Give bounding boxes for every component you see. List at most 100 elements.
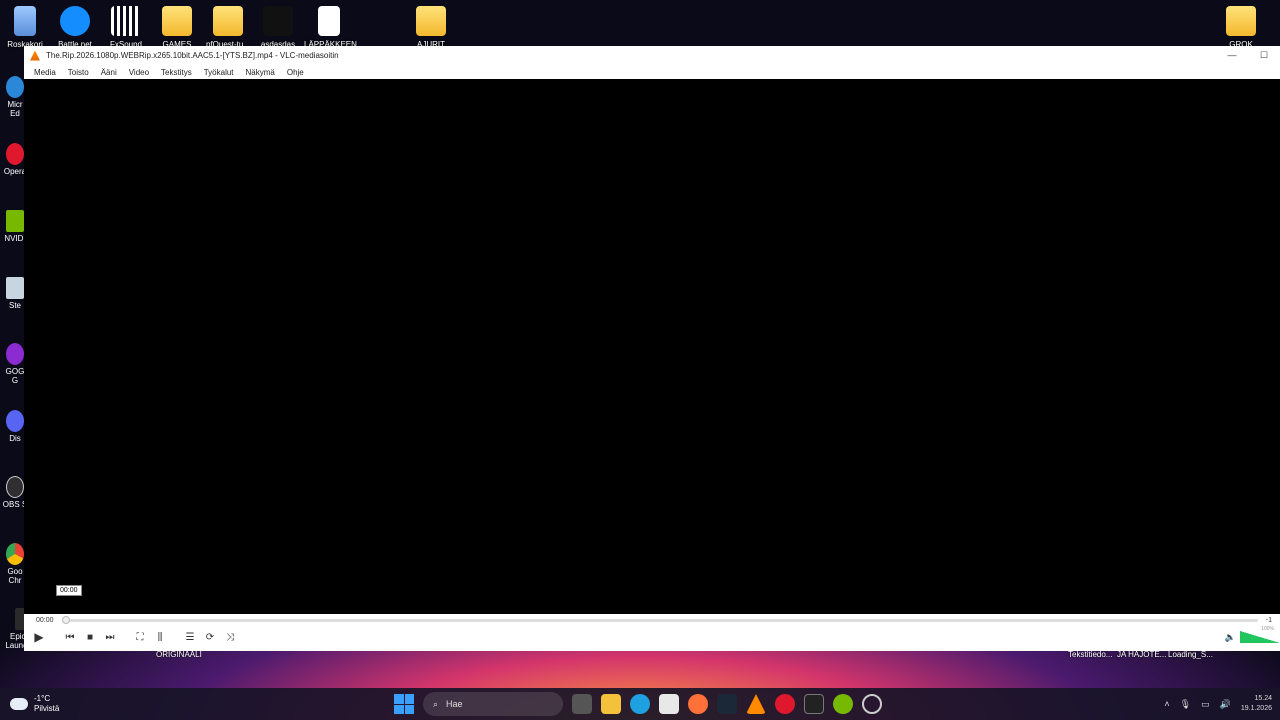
desktop-icon-games[interactable]: GAMES: [152, 6, 202, 49]
recycle-bin-icon: [14, 6, 36, 36]
desktop-icon-recycle-bin[interactable]: Roskakori: [0, 6, 50, 49]
desktop-label-ja-hajote[interactable]: JA HAJOTE...: [1117, 650, 1166, 659]
search-icon: ⌕: [433, 698, 439, 709]
clock-time: 15.24: [1254, 695, 1272, 702]
volume-slider[interactable]: [1240, 631, 1280, 643]
utorrent-icon[interactable]: [833, 694, 853, 714]
obs-icon: [6, 476, 24, 498]
shuffle-button[interactable]: ⤨: [222, 629, 238, 645]
desktop-icon-fxsound[interactable]: FxSound: [101, 6, 151, 49]
cloud-icon: [10, 698, 28, 710]
play-icon: ▶: [34, 630, 44, 644]
microphone-icon[interactable]: 🎙: [1180, 699, 1191, 710]
previous-button[interactable]: ⏮: [62, 629, 78, 645]
vlc-taskbar-icon[interactable]: [746, 694, 766, 714]
title-bar[interactable]: The.Rip.2026.1080p.WEBRip.x265.10bit.AAC…: [24, 46, 1280, 65]
volume-icon[interactable]: 🔊: [1220, 699, 1231, 710]
seek-bar[interactable]: [61, 615, 1258, 624]
extended-settings-button[interactable]: ⫼: [152, 629, 168, 645]
fxsound-icon: [111, 6, 141, 36]
loop-icon: ⟳: [205, 631, 215, 643]
folder-icon: [416, 6, 446, 36]
steam-icon: [6, 277, 24, 299]
folder-icon: [1226, 6, 1256, 36]
opera-taskbar-icon[interactable]: [775, 694, 795, 714]
play-button[interactable]: ▶: [30, 628, 48, 646]
weather-widget[interactable]: -1°C Pilvistä: [10, 694, 59, 714]
menu-tekstitys[interactable]: Tekstitys: [155, 68, 198, 77]
search-placeholder: Hae: [446, 699, 463, 709]
file-icon: [318, 6, 340, 36]
battlenet-icon: [60, 6, 90, 36]
menu-tyokalut[interactable]: Työkalut: [198, 68, 240, 77]
menu-ohje[interactable]: Ohje: [281, 68, 310, 77]
desktop-icon-lappakkeen[interactable]: LÄPPÄKKEEN: [304, 6, 357, 49]
playback-controls: 00:00 -1 ▶ ⏮ ■ ⏭ ⛶ ⫼ ☰ ⟳ ⤨ 🔈 100%: [24, 614, 1280, 651]
edge-icon: [6, 76, 24, 98]
elapsed-time[interactable]: 00:00: [36, 617, 54, 624]
stop-button[interactable]: ■: [82, 629, 98, 645]
minimize-button[interactable]: —: [1216, 50, 1248, 61]
fullscreen-icon: ⛶: [136, 631, 144, 643]
seek-handle[interactable]: [61, 615, 70, 624]
weather-desc: Pilvistä: [34, 704, 60, 713]
network-icon[interactable]: ▭: [1201, 699, 1210, 710]
previous-icon: ⏮: [65, 631, 75, 643]
vlc-cone-icon: [30, 50, 40, 61]
seek-time-tooltip: 00:00: [56, 585, 82, 596]
next-button[interactable]: ⏭: [102, 629, 118, 645]
desktop-icon-battlenet[interactable]: Battle.net: [50, 6, 100, 49]
desktop-icon-asdasdas[interactable]: asdasdas: [253, 6, 303, 49]
desktop-icon-pfquest[interactable]: pfQuest-tu...: [203, 6, 253, 49]
terminal-icon[interactable]: [804, 694, 824, 714]
taskbar: -1°C Pilvistä ⌕ Hae ˄ 🎙 ▭ 🔊 15.24 19.1.2…: [0, 688, 1280, 720]
menu-aani[interactable]: Ääni: [95, 68, 123, 77]
video-area[interactable]: [24, 79, 1280, 614]
discord-icon: [6, 410, 24, 432]
desktop-label-tekstitiedo[interactable]: Tekstitiedo...: [1068, 650, 1112, 659]
fullscreen-button[interactable]: ⛶: [132, 629, 148, 645]
speaker-icon[interactable]: 🔈: [1225, 632, 1236, 643]
volume-percent: 100%: [1261, 626, 1274, 632]
chrome-icon: [6, 543, 24, 565]
equalizer-icon: ⫼: [157, 631, 163, 643]
next-icon: ⏭: [105, 631, 115, 643]
folder-icon: [162, 6, 192, 36]
firefox-icon[interactable]: [688, 694, 708, 714]
menu-toisto[interactable]: Toisto: [62, 68, 95, 77]
file-icon: [263, 6, 293, 36]
desktop-label-originaali[interactable]: ORIGINAALI: [156, 650, 202, 659]
maximize-button[interactable]: ☐: [1248, 50, 1280, 61]
chatgpt-icon[interactable]: [862, 694, 882, 714]
nvidia-icon: [6, 210, 24, 232]
gog-icon: [6, 343, 24, 365]
stop-icon: ■: [86, 631, 94, 643]
playlist-icon: ☰: [185, 631, 195, 643]
clock[interactable]: 15.24 19.1.2026: [1241, 694, 1272, 714]
file-explorer-icon[interactable]: [601, 694, 621, 714]
task-view-icon[interactable]: [572, 694, 592, 714]
steam-taskbar-icon[interactable]: [717, 694, 737, 714]
shuffle-icon: ⤨: [226, 631, 234, 643]
vlc-window: The.Rip.2026.1080p.WEBRip.x265.10bit.AAC…: [24, 46, 1280, 651]
start-button[interactable]: [394, 694, 414, 714]
desktop-icon-ajurit[interactable]: AJURIT: [406, 6, 456, 49]
store-icon[interactable]: [659, 694, 679, 714]
opera-icon: [6, 143, 24, 165]
search-box[interactable]: ⌕ Hae: [423, 692, 563, 716]
remaining-time[interactable]: -1: [1266, 617, 1272, 624]
system-tray: ˄ 🎙 ▭ 🔊 15.24 19.1.2026: [1164, 688, 1280, 720]
desktop-label-loading[interactable]: Loading_S...: [1168, 650, 1213, 659]
menu-video[interactable]: Video: [123, 68, 155, 77]
weather-temp: -1°C: [34, 694, 51, 703]
menu-nakyma[interactable]: Näkymä: [240, 68, 281, 77]
chevron-up-icon[interactable]: ˄: [1164, 699, 1169, 709]
desktop-icon-grok[interactable]: GROK: [1216, 6, 1266, 49]
window-title: The.Rip.2026.1080p.WEBRip.x265.10bit.AAC…: [46, 51, 339, 60]
edge-taskbar-icon[interactable]: [630, 694, 650, 714]
menu-bar: Media Toisto Ääni Video Tekstitys Työkal…: [24, 65, 1280, 79]
clock-date: 19.1.2026: [1240, 705, 1272, 712]
menu-media[interactable]: Media: [28, 68, 62, 77]
loop-button[interactable]: ⟳: [202, 629, 218, 645]
playlist-button[interactable]: ☰: [182, 629, 198, 645]
